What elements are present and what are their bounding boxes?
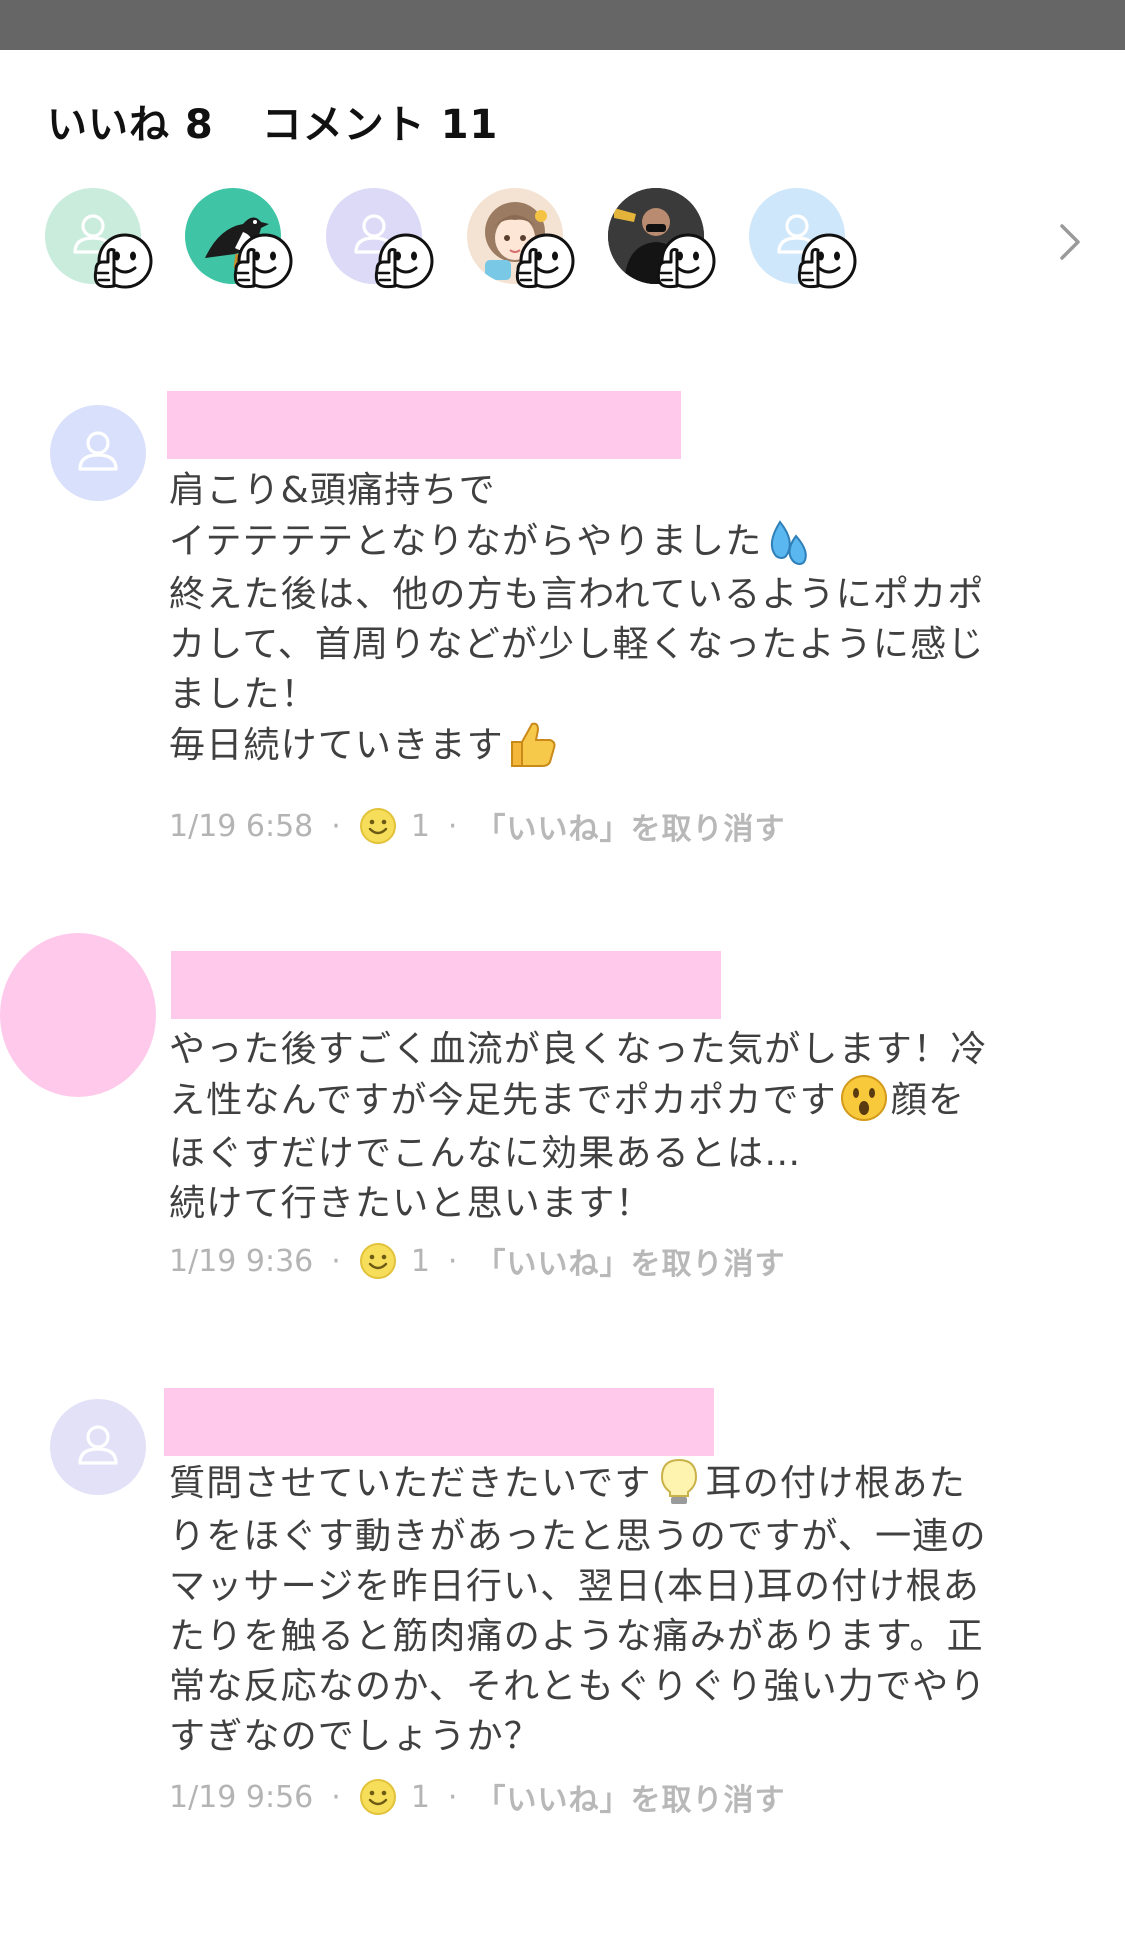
- comment-line: イテテテテとなりながらやりました: [169, 516, 985, 570]
- comment-timestamp: 1/19 9:36: [169, 1243, 314, 1279]
- comment-line: ました！: [169, 674, 318, 715]
- comment-line: 質問させていただきたいです 耳の付け根あた: [169, 1458, 987, 1512]
- separator-dot: ·: [447, 1779, 458, 1815]
- commenter-avatar[interactable]: [50, 1399, 146, 1495]
- separator-dot: ·: [447, 808, 458, 844]
- comment-line: 終えた後は、他の方も言われているようにポカポ: [169, 574, 985, 615]
- commenter-avatar[interactable]: [0, 933, 156, 1097]
- separator-dot: ·: [447, 1243, 458, 1279]
- smiley-icon: [359, 807, 397, 845]
- likes-count-tab[interactable]: いいね 8: [47, 92, 214, 150]
- like-thumb-face-icon: [369, 230, 435, 296]
- comment-line: え性なんですが今足先までポカポカです 顔を: [169, 1075, 987, 1129]
- comment-line: マッサージを昨日行い、翌日(本日)耳の付け根あ: [169, 1566, 980, 1607]
- commenter-avatar[interactable]: [50, 405, 146, 501]
- chevron-right-icon[interactable]: [1052, 220, 1088, 264]
- like-thumb-face-icon: [228, 230, 294, 296]
- comment-meta: 1/19 6:58 · 1 · 「いいね」を取り消す: [169, 804, 785, 848]
- comment-timestamp: 1/19 6:58: [169, 808, 314, 844]
- comment-line: 毎日続けていきます: [169, 720, 985, 774]
- like-thumb-face-icon: [792, 230, 858, 296]
- surprised-face-icon: [840, 1075, 887, 1121]
- unlike-button[interactable]: 「いいね」を取り消す: [475, 1775, 785, 1819]
- person-icon: [50, 1399, 146, 1495]
- like-thumb-face-icon: [510, 230, 576, 296]
- unlike-button[interactable]: 「いいね」を取り消す: [475, 1239, 785, 1283]
- redacted-username: [164, 1388, 714, 1456]
- comment-line: やった後すごく血流が良くなった気がします！冷: [169, 1029, 988, 1070]
- comment-meta: 1/19 9:36 · 1 · 「いいね」を取り消す: [169, 1239, 785, 1283]
- comment-timestamp: 1/19 9:56: [169, 1779, 314, 1815]
- comment-line: すぎなのでしょうか？: [169, 1716, 542, 1757]
- light-bulb-icon: [660, 1458, 697, 1504]
- like-count: 1: [410, 1243, 430, 1279]
- sweat-droplets-icon: [771, 520, 808, 565]
- separator-dot: ·: [331, 808, 341, 844]
- like-thumb-face-icon: [651, 230, 717, 296]
- smiley-icon: [359, 1778, 397, 1816]
- comment-line: 続けて行きたいと思います！: [169, 1183, 653, 1224]
- status-bar: [0, 0, 1125, 50]
- like-count: 1: [410, 808, 430, 844]
- comment-line: 常な反応なのか、それともぐりぐり強い力でやり: [169, 1666, 987, 1707]
- like-thumb-face-icon: [88, 230, 154, 296]
- comment-text: 肩こり&頭痛持ちで イテテテテとなりながらやりました 終えた後は、他の方も言われ…: [169, 466, 985, 774]
- comment-line: カして、首周りなどが少し軽くなったように感じ: [169, 624, 985, 665]
- separator-dot: ·: [331, 1779, 341, 1815]
- smiley-icon: [359, 1242, 397, 1280]
- reaction-summary: いいね 8 コメント 11: [47, 92, 498, 150]
- comment-text: 質問させていただきたいです 耳の付け根あた りをほぐす動きがあったと思うのですが、…: [169, 1458, 987, 1762]
- comment-meta: 1/19 9:56 · 1 · 「いいね」を取り消す: [169, 1775, 785, 1819]
- thumbs-up-icon: [510, 722, 556, 767]
- comment-text: やった後すごく血流が良くなった気がします！冷 え性なんですが今足先までポカポカで…: [169, 1025, 987, 1229]
- comments-count-tab[interactable]: コメント 11: [262, 92, 499, 150]
- comment-line: 肩こり&頭痛持ちで: [169, 470, 496, 511]
- like-count: 1: [410, 1779, 430, 1815]
- unlike-button[interactable]: 「いいね」を取り消す: [475, 804, 785, 848]
- comment-line: ほぐすだけでこんなに効果あるとは…: [169, 1133, 802, 1174]
- comment-line: たりを触ると筋肉痛のような痛みがあります。正: [169, 1616, 984, 1657]
- separator-dot: ·: [331, 1243, 341, 1279]
- person-icon: [50, 405, 146, 501]
- comment-line: りをほぐす動きがあったと思うのですが、一連の: [169, 1516, 987, 1557]
- redacted-username: [167, 391, 681, 459]
- redacted-username: [171, 951, 721, 1019]
